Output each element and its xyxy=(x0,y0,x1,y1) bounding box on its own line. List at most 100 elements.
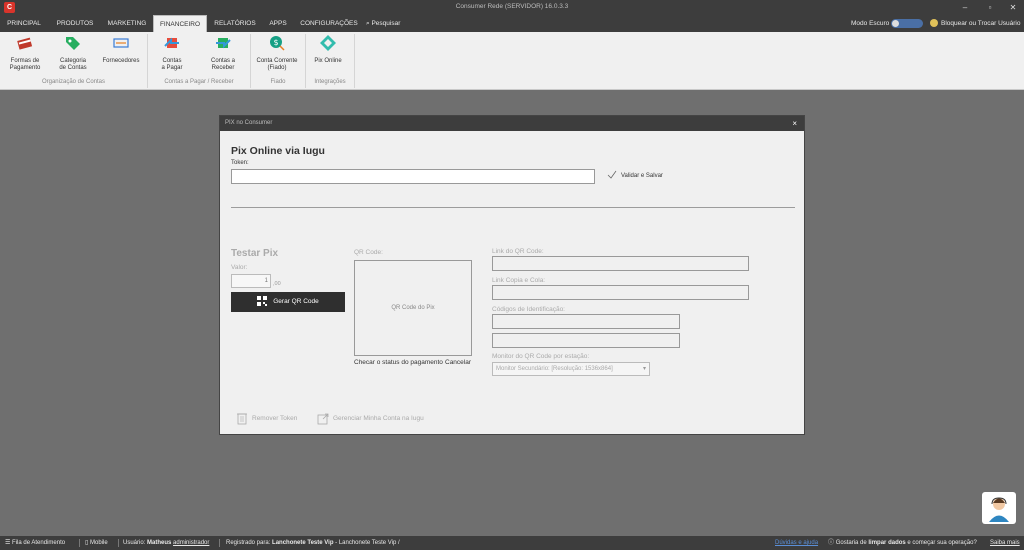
ribbon-group-label: Contas a Pagar / Receber xyxy=(164,79,234,85)
truck-icon xyxy=(113,38,129,48)
ribbon-conta-corrente[interactable]: $ Conta Corrente (Fiado) xyxy=(253,34,301,72)
value-input[interactable]: 1 xyxy=(231,274,271,288)
manage-account-label: Gerenciar Minha Conta na Iugu xyxy=(333,415,424,423)
divider xyxy=(231,207,795,208)
faq-link[interactable]: Dúvidas e ajuda xyxy=(775,536,818,550)
tab-apps[interactable]: APPS xyxy=(263,15,293,32)
monitor-label: Monitor do QR Code por estação: xyxy=(492,353,590,360)
tab-relatorios[interactable]: RELATÓRIOS xyxy=(209,15,261,32)
validate-save-button[interactable]: Validar e Salvar xyxy=(607,168,663,184)
tab-configuracoes[interactable]: CONFIGURAÇÕES xyxy=(297,15,361,32)
registered-prefix: Registrado para: xyxy=(226,540,271,546)
token-label: Token: xyxy=(231,160,249,166)
registered-name: Lanchonete Teste Vip xyxy=(272,540,334,546)
generate-qr-label: Gerar QR Code xyxy=(273,298,319,305)
remove-token-button[interactable]: Remover Token xyxy=(236,412,297,425)
monitor-select[interactable]: Monitor Secundário: [Resolução: 1536x864… xyxy=(492,362,650,376)
search-icon: ⌕ xyxy=(366,20,370,27)
lock-user-button[interactable]: Bloquear ou Trocar Usuário xyxy=(930,15,1021,32)
mobile-label: Mobile xyxy=(89,540,108,546)
support-agent-icon xyxy=(989,497,1009,522)
ribbon-label-1: Conta Corrente xyxy=(256,58,298,64)
ribbon-label-2: (Fiado) xyxy=(267,65,287,71)
ribbon-label-2: Pagamento xyxy=(9,65,41,71)
registration-info: Registrado para: Lanchonete Teste Vip - … xyxy=(226,536,400,550)
value-cents: ,00 xyxy=(273,281,281,287)
ribbon-group-label: Integrações xyxy=(314,79,346,85)
ribbon-label-1: Categoria xyxy=(59,58,86,64)
tab-financeiro[interactable]: FINANCEIRO xyxy=(153,15,207,32)
ribbon-pix-online[interactable]: Pix Online xyxy=(308,34,348,65)
cancel-link[interactable]: Cancelar xyxy=(445,359,471,366)
receive-icon xyxy=(216,38,231,49)
maximize-button[interactable]: ▫ xyxy=(983,2,997,13)
dark-mode-toggle[interactable] xyxy=(891,19,923,28)
ribbon-label-2: a Pagar xyxy=(161,65,183,71)
ribbon-contas-receber[interactable]: Contas a Receber xyxy=(203,34,243,72)
ribbon-label-1: Contas xyxy=(162,58,182,64)
pix-icon xyxy=(320,35,336,51)
ribbon-label-1: Fornecedores xyxy=(102,58,140,64)
id-code-input-2[interactable] xyxy=(492,333,680,348)
title-bar: C Consumer Rede (SERVIDOR) 16.0.3.3 – ▫ … xyxy=(0,0,1024,15)
mobile-icon: ▯ xyxy=(85,540,89,546)
user-role-link[interactable]: administrador xyxy=(173,540,209,546)
user-switch-icon xyxy=(930,19,938,28)
trash-icon xyxy=(237,413,247,425)
qr-code-icon xyxy=(257,296,268,307)
ribbon-fornecedores[interactable]: Fornecedores xyxy=(100,34,142,65)
id-codes-label: Códigos de Identificação: xyxy=(492,306,565,313)
ribbon-toolbar: Formas de Pagamento Categoria de Contas … xyxy=(0,32,1024,90)
status-separator xyxy=(118,539,119,547)
check-status-link[interactable]: Checar o status do pagamento xyxy=(354,359,443,366)
ribbon-categoria-contas[interactable]: Categoria de Contas xyxy=(52,34,94,72)
know-more-label: Saiba mais xyxy=(990,540,1020,546)
check-icon xyxy=(607,171,617,180)
qr-link-input[interactable] xyxy=(492,256,749,271)
value-label: Valor: xyxy=(231,264,248,271)
clean-bold: limpar dados xyxy=(868,540,906,546)
pay-icon xyxy=(164,37,179,48)
registered-suffix: - Lanchonete Teste Vip / xyxy=(335,540,400,546)
minimize-button[interactable]: – xyxy=(958,2,972,13)
ribbon-label-1: Formas de xyxy=(10,58,40,64)
mobile-button[interactable]: ▯ Mobile xyxy=(85,536,108,550)
test-pix-heading: Testar Pix xyxy=(231,248,279,259)
close-window-button[interactable]: ✕ xyxy=(1006,2,1020,13)
dialog-title: PIX no Consumer xyxy=(225,120,273,126)
manage-account-button[interactable]: Gerenciar Minha Conta na Iugu xyxy=(317,412,424,425)
ribbon-label-2: de Contas xyxy=(59,65,87,71)
search-button[interactable]: ⌕ Pesquisar xyxy=(366,15,400,32)
search-label: Pesquisar xyxy=(371,20,401,27)
know-more-link[interactable]: Saiba mais xyxy=(990,536,1020,550)
clean-post: e começar sua operação? xyxy=(907,540,977,546)
svg-text:$: $ xyxy=(273,38,278,47)
clean-data-prompt: ⓘ Gostaria de limpar dados e começar sua… xyxy=(828,536,977,550)
tab-principal[interactable]: PRINCIPAL xyxy=(0,15,48,32)
qr-link-label: Link do QR Code: xyxy=(492,248,544,255)
pix-dialog: PIX no Consumer × Pix Online via Iugu To… xyxy=(219,115,805,435)
status-separator xyxy=(219,539,220,547)
dialog-close-button[interactable]: × xyxy=(792,116,797,131)
queue-button[interactable]: ☰ Fila de Atendimento xyxy=(5,536,65,550)
token-input[interactable] xyxy=(231,169,595,184)
qr-code-label: QR Code: xyxy=(354,249,383,256)
ribbon-formas-pagamento[interactable]: Formas de Pagamento xyxy=(4,34,46,72)
pix-heading: Pix Online via Iugu xyxy=(231,145,325,157)
tab-marketing[interactable]: MARKETING xyxy=(102,15,152,32)
help-circle-icon: ⓘ xyxy=(828,540,835,546)
generate-qr-button[interactable]: Gerar QR Code xyxy=(231,292,345,312)
tab-produtos[interactable]: PRODUTOS xyxy=(50,15,100,32)
monitor-selected-value: Monitor Secundário: [Resolução: 1536x864… xyxy=(496,366,613,372)
copy-paste-input[interactable] xyxy=(492,285,749,300)
user-name: Matheus xyxy=(147,540,172,546)
ribbon-group-label: Fiado xyxy=(270,79,286,85)
ribbon-contas-pagar[interactable]: Contas a Pagar xyxy=(152,34,192,72)
support-avatar-button[interactable] xyxy=(982,492,1016,524)
remove-token-label: Remover Token xyxy=(252,415,298,423)
card-icon xyxy=(17,37,33,50)
id-code-input-1[interactable] xyxy=(492,314,680,329)
ribbon-group-label: Organização de Contas xyxy=(41,79,106,85)
window-title: Consumer Rede (SERVIDOR) 16.0.3.3 xyxy=(455,3,569,10)
dialog-header: PIX no Consumer × xyxy=(220,116,804,131)
